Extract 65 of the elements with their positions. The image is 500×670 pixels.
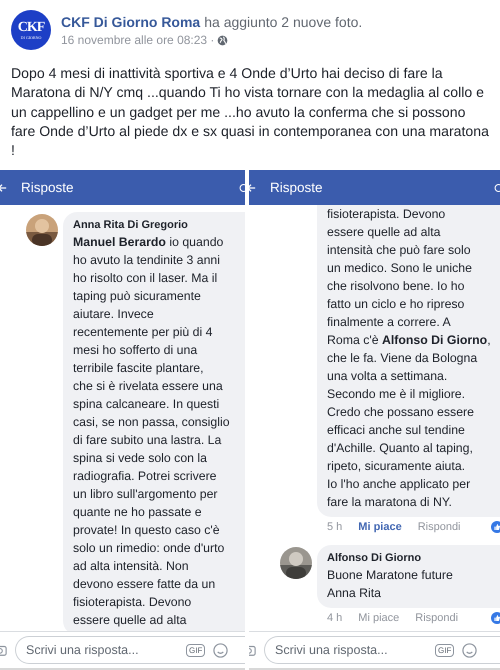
gif-button[interactable]: GIF	[186, 644, 206, 656]
comment-text-line: provate! In questo caso c'è	[73, 522, 221, 539]
reply-field[interactable]: Scrivi una risposta... GIF	[264, 636, 500, 664]
comment-text-line: che risolvono bene. Io ho	[327, 278, 466, 295]
comment-text-line: fare la maratona di NY.	[327, 494, 453, 511]
comment-text-line: mesi ho sofferto di una	[73, 342, 198, 359]
back-arrow-icon[interactable]	[249, 182, 256, 194]
comment-text-line: Buone Maratone future	[327, 567, 454, 584]
comment-text-line: solo un rimedio: onde d'urto	[73, 540, 226, 557]
comment-text-line: taping può sicuramente	[73, 288, 202, 305]
like-link[interactable]: Mi piace	[358, 521, 402, 533]
reply-field[interactable]: Scrivi una risposta... GIF	[15, 636, 245, 664]
comment-text-line: intensità che può fare solo	[327, 242, 472, 259]
comment-text-line: ho risolto con il laser. Ma il	[73, 270, 218, 287]
comment-text-line: radiografia. Potrei scrivere	[73, 468, 218, 485]
comment-text-line: che le fa. Viene da Bologna	[327, 350, 478, 367]
comment-text-line: finalmente a correre. A	[327, 314, 452, 331]
comment-text-line: spina calcaneare. In questi	[73, 396, 220, 413]
comment-text-line: Anna Rita	[327, 585, 382, 602]
comment-text-line: fisioterapista. Devono	[73, 594, 192, 611]
comment-text-line: Io l'ho anche applicato per	[327, 476, 472, 493]
comment-time: 5 h	[327, 521, 342, 533]
comment-text-line: un medico. Sono le uniche	[327, 260, 473, 277]
comment-text-line: Manuel Berardo io quando	[73, 234, 224, 251]
post-time[interactable]: 16 novembre alle ore 08:23 ·	[61, 33, 214, 47]
gif-button[interactable]: GIF	[435, 644, 454, 656]
comment-text-line: casi, se non passa, consiglio	[73, 414, 231, 431]
comment-text-line: una volta a settimana.	[327, 368, 448, 385]
comment-text-line: che si è rivelata essere una	[73, 378, 224, 395]
comment-text-line: di fare subito una lastra. La	[73, 432, 222, 449]
comment-text-line: ad alta intensità. Non	[73, 558, 190, 575]
smiley-icon[interactable]	[462, 642, 478, 658]
comment-text-line: recentemente per più di 4	[73, 324, 214, 341]
like-link[interactable]: Mi piace	[358, 612, 400, 624]
comment-text-line: essere quelle ad alta	[327, 224, 442, 241]
post-action-text: ha aggiunto 2 nuove foto.	[204, 14, 362, 30]
comment-text-line: ripeto, sicuramente aiuta.	[327, 458, 466, 475]
comment-text-line: quante ne ho passate e	[73, 504, 203, 521]
logo-text: CKF	[18, 20, 44, 34]
comment-text-line: devono essere fatte da un	[73, 576, 216, 593]
comment-text-line: Secondo me è il migliore.	[327, 386, 466, 403]
globe-icon	[217, 34, 228, 46]
post-text: Dopo 4 mesi di inattività sportiva e 4 Onde d’Urto hai deciso di fare la Maratona di N/Y cmq ...quando Ti ho vista tornare con la medaglia al collo e un cappellino e un gadget per me ...ho avuto la conferma che si possono fare Onde d’Urto al piede dx e sx quasi in contemporanea con una maratona !	[11, 64, 490, 160]
smiley-icon[interactable]	[213, 642, 228, 658]
comment-text-line: essere quelle ad alta	[73, 612, 188, 629]
comment-text-line: fisioterapista. Devono	[327, 206, 446, 223]
comment-text-line: Credo che possano essere	[327, 404, 475, 421]
reply-link[interactable]: Rispondi	[415, 612, 458, 624]
header-title: Risposte	[270, 180, 323, 195]
header-title: Risposte	[21, 180, 74, 195]
comment-text-line: efficaci anche sul tendine	[327, 422, 466, 439]
comment-text-line: terribile fascite plantare,	[73, 360, 205, 377]
comment-text-line: Roma c'è Alfonso Di Giorno,	[327, 332, 492, 349]
comment-text-line: un libro sull'argomento per	[73, 486, 219, 503]
comment-text-line: spina si vede solo con la	[73, 450, 208, 467]
reply-link[interactable]: Rispondi	[418, 521, 461, 533]
author-link[interactable]: CKF Di Giorno Roma	[61, 14, 200, 30]
commenter-name[interactable]: Anna Rita Di Gregorio	[73, 218, 245, 233]
comment-text-line: d'Achille. Quanto al taping,	[327, 440, 474, 457]
comment-text-line: fatto un ciclo e ho ripreso	[327, 296, 466, 313]
comment-text-line: aiutare. Invece	[73, 306, 155, 323]
commenter-name[interactable]: Alfonso Di Giorno	[327, 551, 500, 566]
comment-text-line: ho avuto la tendinite 3 anni	[73, 252, 221, 269]
back-arrow-icon[interactable]	[0, 182, 7, 194]
comment-time: 4 h	[327, 612, 342, 624]
